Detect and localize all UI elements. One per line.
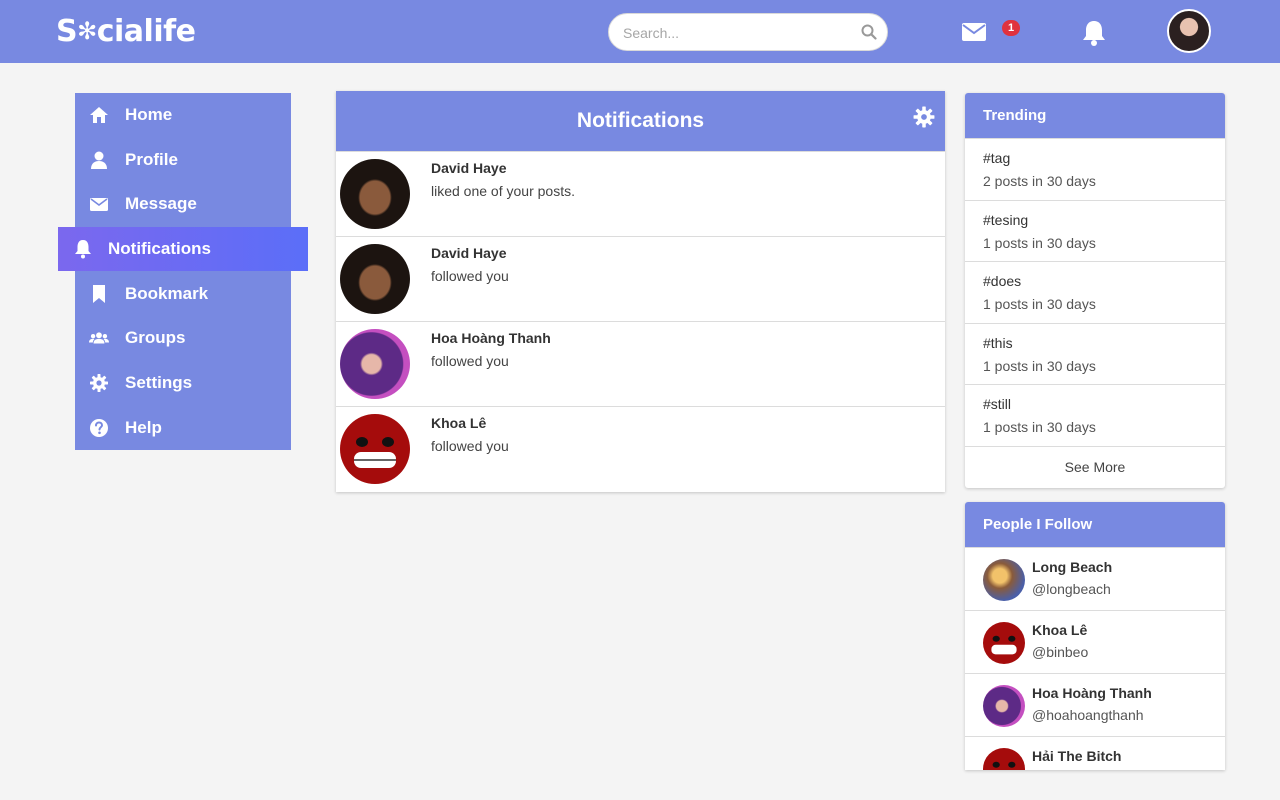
trending-item[interactable]: #still 1 posts in 30 days [965,384,1225,446]
envelope-icon [90,198,108,211]
following-name[interactable]: Hải The Bitch [1032,748,1121,764]
avatar[interactable] [340,244,410,314]
trending-count: 1 posts in 30 days [983,357,1096,374]
following-title: People I Follow [965,502,1225,547]
avatar[interactable] [983,685,1025,727]
notification-user-name[interactable]: David Haye [431,160,506,176]
following-card: People I Follow Long Beach @longbeach Kh… [965,502,1225,770]
trending-count: 2 posts in 30 days [983,173,1096,189]
notification-item[interactable]: David Haye liked one of your posts. [336,151,945,236]
sidebar-item-bookmark[interactable]: Bookmark [75,272,291,316]
avatar[interactable] [340,329,410,399]
logo-gear-icon: ✻ [77,17,97,45]
notification-item[interactable]: Hoa Hoàng Thanh followed you [336,321,945,406]
sidebar-item-home[interactable]: Home [75,93,291,137]
trending-count: 1 posts in 30 days [983,296,1096,312]
bookmark-icon [93,285,105,303]
trending-item[interactable]: #tesing 1 posts in 30 days [965,199,1225,262]
sidebar-item-label: Help [125,418,162,437]
trending-item[interactable]: #tag 2 posts in 30 days [965,138,1225,200]
settings-gear-icon[interactable] [913,106,935,128]
top-navbar: S✻cialife 1 [0,0,1280,63]
users-icon [89,332,109,344]
trending-item[interactable]: #this 1 posts in 30 days [965,322,1225,385]
notification-text: followed you [431,438,509,454]
sidebar-item-message[interactable]: Message [75,182,291,226]
user-avatar[interactable] [1167,9,1211,53]
trending-count: 1 posts in 30 days [983,419,1096,435]
avatar[interactable] [340,414,410,484]
notifications-panel: Notifications David Haye liked one of yo… [336,91,945,492]
following-handle: @binbeo [1032,644,1089,660]
sidebar-nav: Home Profile Message Notifications Bookm… [58,93,308,450]
trending-tag[interactable]: #this [983,335,1013,351]
notification-user-name[interactable]: Khoa Lê [431,415,486,431]
following-name[interactable]: Khoa Lê [1032,622,1087,638]
sidebar-item-notifications[interactable]: Notifications [58,227,308,271]
search-icon[interactable] [861,24,877,40]
avatar[interactable] [983,559,1025,601]
following-name[interactable]: Long Beach [1032,559,1112,575]
trending-item[interactable]: #does 1 posts in 30 days [965,261,1225,323]
following-item[interactable]: Hoa Hoàng Thanh @hoahoangthanh [965,673,1225,736]
sidebar-item-label: Message [125,194,197,213]
question-icon [90,419,108,437]
trending-tag[interactable]: #does [983,273,1021,289]
trending-card: Trending #tag 2 posts in 30 days #tesing… [965,93,1225,488]
trending-title: Trending [965,93,1225,138]
notifications-header: Notifications [336,91,945,151]
search-input[interactable] [623,23,853,43]
sidebar-item-help[interactable]: Help [75,406,291,450]
sidebar-item-label: Home [125,105,173,124]
following-handle: @hoahoangthanh [1032,707,1144,723]
bell-icon[interactable] [1081,19,1107,47]
app-logo[interactable]: S✻cialife [56,14,196,49]
user-icon [91,151,107,169]
trending-tag[interactable]: #tesing [983,212,1028,228]
bell-icon [75,240,91,259]
sidebar-item-label: Bookmark [125,284,209,303]
notification-text: followed you [431,353,509,369]
following-item[interactable]: Long Beach @longbeach [965,547,1225,610]
sidebar-item-profile[interactable]: Profile [75,138,291,182]
sidebar-item-groups[interactable]: Groups [75,316,291,360]
notification-text: liked one of your posts. [431,183,575,199]
following-handle: @longbeach [1032,581,1111,597]
avatar[interactable] [983,748,1025,770]
see-more-button[interactable]: See More [965,445,1225,487]
meat-boy-avatar-icon [354,437,396,468]
following-name[interactable]: Hoa Hoàng Thanh [1032,685,1152,701]
avatar[interactable] [340,159,410,229]
sidebar-item-label: Settings [125,373,193,392]
meat-boy-avatar-icon [992,761,1016,768]
page-title: Notifications [576,109,705,132]
mail-badge: 1 [1002,20,1020,36]
avatar[interactable] [983,622,1025,664]
gear-icon [90,374,108,392]
trending-tag[interactable]: #tag [983,150,1010,166]
home-icon [90,107,108,123]
trending-tag[interactable]: #still [983,396,1011,412]
notification-item[interactable]: David Haye followed you [336,236,945,321]
mail-icon[interactable] [960,20,992,44]
trending-count: 1 posts in 30 days [983,234,1096,251]
following-item[interactable]: Khoa Lê @binbeo [965,610,1225,673]
search-box [608,13,888,51]
sidebar-item-label: Notifications [108,239,211,258]
notification-item[interactable]: Khoa Lê followed you [336,406,945,491]
notification-user-name[interactable]: Hoa Hoàng Thanh [431,330,551,346]
notification-user-name[interactable]: David Haye [431,245,506,261]
sidebar-item-label: Profile [125,150,178,169]
following-item[interactable]: Hải The Bitch [965,736,1225,770]
sidebar-item-label: Groups [125,328,186,347]
sidebar-item-settings[interactable]: Settings [75,361,291,405]
meat-boy-avatar-icon [991,635,1017,655]
notification-text: followed you [431,268,509,284]
